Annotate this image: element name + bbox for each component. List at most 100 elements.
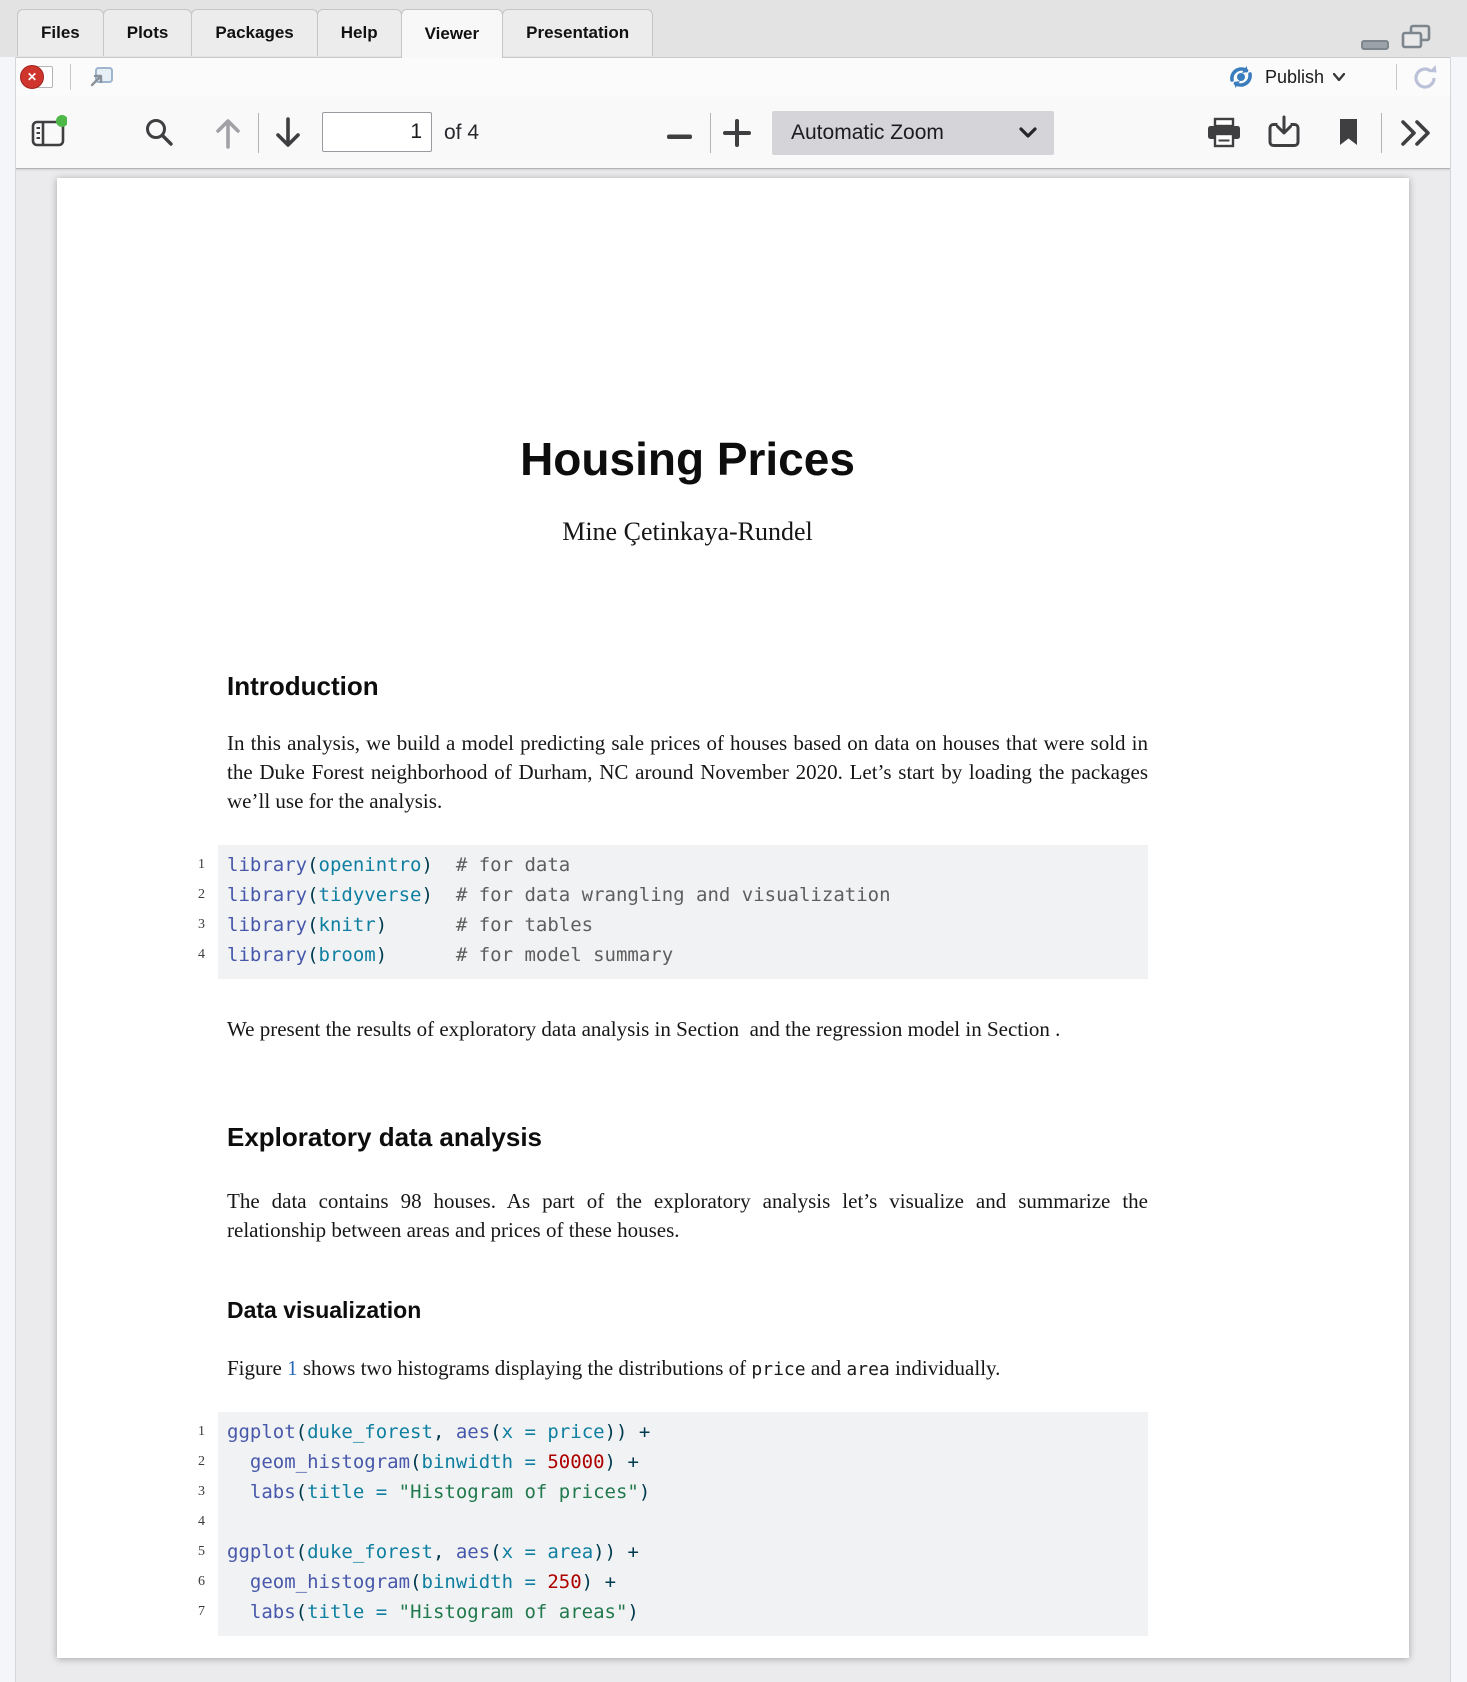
tab-viewer-label: Viewer — [425, 24, 480, 44]
zoom-out-button[interactable] — [666, 128, 694, 146]
scrollbar-track[interactable] — [1450, 57, 1467, 1682]
code-line: 1ggplot(duke_forest, aes(x = price)) + — [57, 1417, 1148, 1447]
code-line: 2 geom_histogram(binwidth = 50000) + — [57, 1447, 1148, 1477]
previous-page-button[interactable] — [211, 115, 245, 156]
popout-button[interactable] — [88, 65, 114, 94]
code-line-text: library(broom) # for model summary — [218, 940, 673, 970]
page-number-input[interactable] — [322, 112, 432, 152]
publish-label: Publish — [1265, 67, 1324, 88]
zoom-select-label: Automatic Zoom — [772, 121, 1019, 145]
code-line-number: 1 — [57, 1417, 218, 1447]
minimize-pane-icon[interactable] — [1360, 28, 1390, 57]
code-block-libraries: 1library(openintro) # for data2library(t… — [57, 845, 1148, 979]
code-line: 6 geom_histogram(binwidth = 250) + — [57, 1567, 1148, 1597]
code-line-number: 5 — [57, 1537, 218, 1567]
publish-button[interactable]: Publish — [1226, 57, 1345, 97]
tab-packages-label: Packages — [215, 23, 293, 43]
tab-presentation[interactable]: Presentation — [502, 9, 653, 56]
page-up-icon — [211, 115, 245, 151]
document-title: Housing Prices — [227, 430, 1148, 488]
separator — [70, 64, 71, 90]
code-line-number: 2 — [57, 880, 218, 910]
code-line: 2library(tidyverse) # for data wrangling… — [57, 880, 1148, 910]
section-heading-eda: Exploratory data analysis — [227, 1121, 1148, 1153]
code-line-number: 2 — [57, 1447, 218, 1477]
code-line-number: 4 — [57, 940, 218, 970]
refresh-icon — [1410, 63, 1440, 93]
next-page-button[interactable] — [271, 115, 305, 156]
code-block-ggplot: 1ggplot(duke_forest, aes(x = price)) +2 … — [57, 1412, 1148, 1636]
tab-help[interactable]: Help — [317, 9, 402, 56]
pdf-viewer-area: Housing Prices Mine Çetinkaya-Rundel Int… — [0, 168, 1467, 1682]
separator — [1396, 64, 1397, 90]
paragraph-introduction: In this analysis, we build a model predi… — [227, 729, 1148, 816]
more-tools-button[interactable] — [1398, 117, 1434, 154]
code-line-number: 4 — [57, 1507, 218, 1537]
download-button[interactable] — [1266, 115, 1302, 154]
tab-strip: Files Plots Packages Help Viewer Present… — [17, 9, 652, 58]
paragraph-figure: Figure 1 shows two histograms displaying… — [227, 1354, 1148, 1384]
clear-viewer-icon: ✕ — [20, 65, 44, 89]
zoom-in-icon — [722, 118, 752, 148]
separator — [1381, 113, 1382, 153]
search-icon — [143, 117, 175, 149]
tab-plots-label: Plots — [127, 23, 169, 43]
paragraph-sections: We present the results of exploratory da… — [227, 1015, 1148, 1044]
code-line-text: ggplot(duke_forest, aes(x = area)) + — [218, 1537, 639, 1567]
code-line-number: 7 — [57, 1597, 218, 1627]
sidebar-toggle-button[interactable] — [31, 115, 67, 152]
pane-left-gutter — [0, 57, 16, 1682]
figure-reference-link[interactable]: 1 — [287, 1356, 298, 1380]
tab-presentation-label: Presentation — [526, 23, 629, 43]
popout-icon — [88, 65, 114, 89]
bookmark-icon — [1337, 117, 1361, 147]
code-line-text: library(tidyverse) # for data wrangling … — [218, 880, 891, 910]
code-line-number: 6 — [57, 1567, 218, 1597]
code-line-number: 1 — [57, 850, 218, 880]
find-button[interactable] — [143, 117, 175, 154]
tab-help-label: Help — [341, 23, 378, 43]
document-author: Mine Çetinkaya-Rundel — [227, 516, 1148, 548]
more-tools-icon — [1398, 117, 1434, 149]
tab-viewer[interactable]: Viewer — [401, 9, 504, 58]
page-count-label: of 4 — [444, 97, 479, 168]
pdf-toolbar: of 4 Automatic Zoom — [0, 97, 1467, 169]
tab-packages[interactable]: Packages — [191, 9, 317, 56]
code-line: 4 — [57, 1507, 1148, 1537]
viewer-toolbar: ✕ Publish — [0, 57, 1467, 98]
page-down-icon — [271, 115, 305, 151]
zoom-out-icon — [666, 133, 694, 141]
maximize-pane-icon[interactable] — [1399, 24, 1433, 57]
tab-plots[interactable]: Plots — [103, 9, 193, 56]
pane-tabbar: Files Plots Packages Help Viewer Present… — [0, 0, 1467, 58]
refresh-button[interactable] — [1410, 63, 1440, 98]
code-line-text: geom_histogram(binwidth = 50000) + — [218, 1447, 639, 1477]
zoom-in-button[interactable] — [722, 118, 752, 153]
bookmark-button[interactable] — [1337, 117, 1361, 152]
tab-files-label: Files — [41, 23, 80, 43]
pane-window-controls — [1360, 24, 1433, 57]
separator — [258, 113, 259, 153]
code-line: 5ggplot(duke_forest, aes(x = area)) + — [57, 1537, 1148, 1567]
section-heading-introduction: Introduction — [227, 670, 1148, 702]
code-line-text: library(openintro) # for data — [218, 850, 570, 880]
zoom-select[interactable]: Automatic Zoom — [772, 111, 1054, 155]
print-icon — [1206, 117, 1242, 149]
tab-files[interactable]: Files — [17, 9, 104, 56]
code-line-text — [218, 1507, 227, 1537]
pdf-page: Housing Prices Mine Çetinkaya-Rundel Int… — [57, 178, 1409, 1658]
publish-icon — [1226, 65, 1256, 89]
clear-viewer-button[interactable]: ✕ — [20, 63, 60, 91]
rstudio-viewer-pane: Files Plots Packages Help Viewer Present… — [0, 0, 1467, 1682]
code-line: 4library(broom) # for model summary — [57, 940, 1148, 970]
code-line-text: geom_histogram(binwidth = 250) + — [218, 1567, 616, 1597]
code-line: 3 labs(title = "Histogram of prices") — [57, 1477, 1148, 1507]
sidebar-toggle-icon — [31, 115, 67, 147]
download-icon — [1266, 115, 1302, 149]
code-line: 7 labs(title = "Histogram of areas") — [57, 1597, 1148, 1627]
code-line-text: ggplot(duke_forest, aes(x = price)) + — [218, 1417, 650, 1447]
print-button[interactable] — [1206, 117, 1242, 154]
code-line-text: library(knitr) # for tables — [218, 910, 593, 940]
dropdown-caret-icon — [1333, 73, 1345, 81]
code-line-number: 3 — [57, 1477, 218, 1507]
